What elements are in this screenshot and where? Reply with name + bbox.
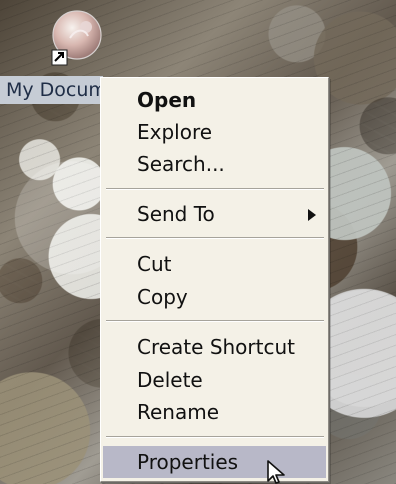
mouse-pointer-icon xyxy=(267,460,285,484)
menu-separator xyxy=(106,320,324,322)
menu-item-search[interactable]: Search... xyxy=(103,148,326,180)
context-menu: Open Explore Search... Send To Cut Copy … xyxy=(100,77,329,482)
desktop-item-label: My Docum xyxy=(0,76,103,104)
menu-item-rename[interactable]: Rename xyxy=(103,396,326,428)
menu-item-create-shortcut[interactable]: Create Shortcut xyxy=(103,331,326,363)
menu-item-open[interactable]: Open xyxy=(103,84,326,116)
menu-item-delete[interactable]: Delete xyxy=(103,364,326,396)
menu-separator xyxy=(106,188,324,190)
my-documents-icon xyxy=(51,10,102,66)
chevron-right-icon xyxy=(308,209,316,221)
menu-separator xyxy=(106,436,324,438)
menu-item-cut[interactable]: Cut xyxy=(103,248,326,280)
menu-item-label: Send To xyxy=(137,202,215,226)
menu-item-copy[interactable]: Copy xyxy=(103,281,326,313)
menu-item-explore[interactable]: Explore xyxy=(103,116,326,148)
menu-separator xyxy=(106,237,324,239)
menu-item-send-to[interactable]: Send To xyxy=(103,198,326,230)
